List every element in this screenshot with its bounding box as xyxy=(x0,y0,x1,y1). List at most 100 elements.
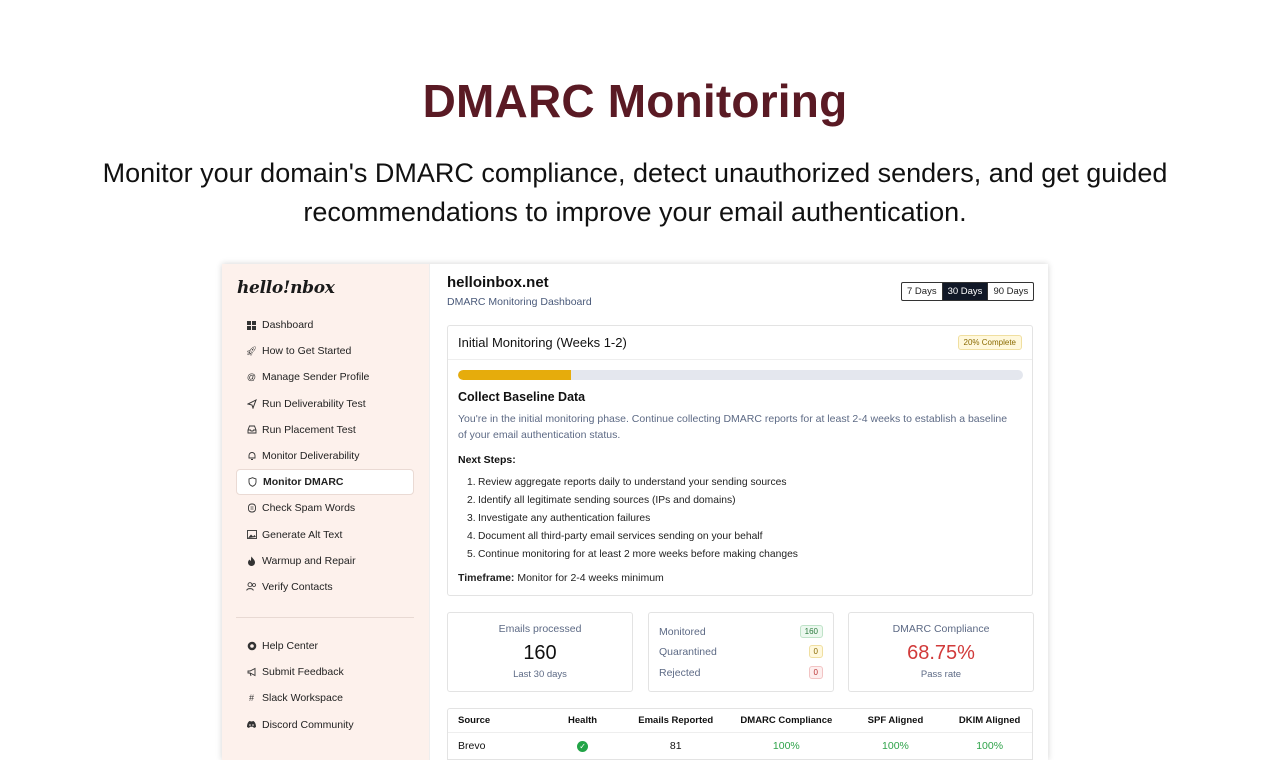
sidebar-item-slack[interactable]: # Slack Workspace xyxy=(236,685,414,711)
lifebuoy-icon xyxy=(246,641,257,652)
sidebar-item-label: Monitor Deliverability xyxy=(262,450,360,463)
grid-icon xyxy=(246,320,257,331)
sidebar-item-discord[interactable]: Discord Community xyxy=(236,712,414,738)
dashboard-subtitle: DMARC Monitoring Dashboard xyxy=(447,296,592,308)
shield-icon xyxy=(247,477,258,488)
sidebar-item-submit-feedback[interactable]: Submit Feedback xyxy=(236,659,414,685)
main-content: helloinbox.net DMARC Monitoring Dashboar… xyxy=(430,264,1048,760)
list-item: 3. Investigate any authentication failure… xyxy=(467,512,651,524)
column-header[interactable]: Source xyxy=(448,715,543,726)
sidebar-item-warmup[interactable]: Warmup and Repair xyxy=(236,548,414,574)
range-90-days[interactable]: 90 Days xyxy=(988,283,1033,300)
sidebar-item-alt-text[interactable]: Generate Alt Text xyxy=(236,522,414,548)
column-header[interactable]: SPF Aligned xyxy=(844,715,948,726)
range-7-days[interactable]: 7 Days xyxy=(902,283,943,300)
flame-icon xyxy=(246,555,257,566)
dmarc-compliance-card: DMARC Compliance 68.75% Pass rate xyxy=(848,612,1034,692)
page-subtitle: Monitor your domain's DMARC compliance, … xyxy=(102,158,1168,227)
list-item: 4. Document all third-party email service… xyxy=(467,531,763,543)
column-header[interactable]: DKIM Aligned xyxy=(947,715,1032,726)
stat-label: DMARC Compliance xyxy=(892,623,990,635)
disposition-card: Monitored 160 Quarantined 0 Rejected 0 xyxy=(648,612,834,692)
list-item: 2. Identify all legitimate sending source… xyxy=(467,494,736,506)
send-icon xyxy=(246,398,257,409)
sidebar-item-label: Verify Contacts xyxy=(262,580,333,593)
discord-icon xyxy=(246,719,257,730)
stat-value: 160 xyxy=(523,642,557,664)
list-item: 1. Review aggregate reports daily to unde… xyxy=(467,476,787,488)
monitoring-phase-card: Initial Monitoring (Weeks 1-2) 20% Compl… xyxy=(447,325,1033,596)
phase-header: Initial Monitoring (Weeks 1-2) 20% Compl… xyxy=(448,326,1032,360)
users-icon xyxy=(246,581,257,592)
sidebar-item-label: Monitor DMARC xyxy=(263,476,344,489)
sidebar-item-label: Run Placement Test xyxy=(262,423,356,436)
emails-processed-card: Emails processed 160 Last 30 days xyxy=(447,612,633,692)
sidebar-item-label: Generate Alt Text xyxy=(262,528,343,541)
sidebar-item-deliverability-test[interactable]: Run Deliverability Test xyxy=(236,391,414,417)
sidebar-item-dashboard[interactable]: Dashboard xyxy=(236,312,414,338)
phase-progress-bar xyxy=(458,370,1023,380)
phase-heading: Collect Baseline Data xyxy=(458,390,586,404)
sidebar-item-label: Run Deliverability Test xyxy=(262,397,366,410)
sidebar-item-label: Warmup and Repair xyxy=(262,554,356,567)
at-icon: @ xyxy=(246,372,257,383)
timeframe-label: Timeframe: xyxy=(458,572,515,584)
stat-value: 68.75% xyxy=(907,642,975,664)
sidebar-item-label: Submit Feedback xyxy=(262,666,344,679)
app-window: hello!nbox Dashboard 🚀︎ How to Get Start… xyxy=(222,264,1048,760)
sidebar-item-sender-profile[interactable]: @ Manage Sender Profile xyxy=(236,364,414,390)
sidebar-item-label: Help Center xyxy=(262,640,319,653)
phase-progress-fill xyxy=(458,370,571,380)
column-header[interactable]: Emails Reported xyxy=(622,715,729,726)
stat-note: Pass rate xyxy=(920,669,962,680)
logo[interactable]: hello!nbox xyxy=(237,278,335,298)
dkim-cell: 100% xyxy=(976,740,1004,752)
spf-cell: 100% xyxy=(882,740,909,752)
check-icon: ✓ xyxy=(577,741,589,752)
timeframe: Timeframe: Monitor for 2-4 weeks minimum xyxy=(458,572,664,584)
sidebar-item-help-center[interactable]: Help Center xyxy=(236,633,414,659)
sidebar-item-monitor-deliverability[interactable]: Monitor Deliverability xyxy=(236,443,414,469)
disposition-monitored: Monitored 160 xyxy=(659,625,823,638)
sidebar-item-label: Discord Community xyxy=(262,718,354,731)
status-badge: 0 xyxy=(808,666,823,679)
sidebar-divider xyxy=(236,617,414,618)
sidebar-item-verify-contacts[interactable]: Verify Contacts xyxy=(236,574,414,600)
phase-description: You're in the initial monitoring phase. … xyxy=(458,413,1008,441)
column-header[interactable]: DMARC Compliance xyxy=(729,715,844,726)
sidebar-item-label: How to Get Started xyxy=(262,345,352,358)
health-cell: ✓ xyxy=(543,740,623,752)
image-icon xyxy=(246,529,257,540)
timeframe-value: Monitor for 2-4 weeks minimum xyxy=(517,572,664,584)
sidebar-item-label: Dashboard xyxy=(262,319,314,332)
range-30-days[interactable]: 30 Days xyxy=(942,283,989,300)
disposition-quarantined: Quarantined 0 xyxy=(659,645,823,658)
sidebar-item-placement-test[interactable]: Run Placement Test xyxy=(236,417,414,443)
dmarc-cell: 100% xyxy=(772,740,800,752)
column-header[interactable]: Health xyxy=(543,715,623,726)
next-steps-list: 1. Review aggregate reports daily to unde… xyxy=(458,473,1018,564)
sources-table: Source Health Emails Reported DMARC Comp… xyxy=(447,708,1033,760)
spam-icon xyxy=(246,503,257,514)
sidebar-item-monitor-dmarc[interactable]: Monitor DMARC xyxy=(236,469,414,496)
status-badge: 160 xyxy=(799,625,823,638)
table-row[interactable]: Brevo ✓ 81 100% 100% 100% xyxy=(448,733,1032,759)
disposition-rejected: Rejected 0 xyxy=(659,666,823,679)
sidebar-item-get-started[interactable]: 🚀︎ How to Get Started xyxy=(236,338,414,364)
list-item: 5. Continue monitoring for at least 2 mor… xyxy=(467,549,798,561)
domain-name: helloinbox.net xyxy=(447,274,549,291)
sidebar-item-label: Check Spam Words xyxy=(262,502,356,515)
sidebar-nav: Dashboard 🚀︎ How to Get Started @ Manage… xyxy=(236,312,414,600)
status-badge: 0 xyxy=(808,645,823,658)
bell-icon xyxy=(246,451,257,462)
page-title: DMARC Monitoring xyxy=(422,75,848,127)
megaphone-icon xyxy=(246,667,257,678)
rocket-icon: 🚀︎ xyxy=(245,345,258,356)
phase-title: Initial Monitoring (Weeks 1-2) xyxy=(458,335,627,350)
sidebar-footer-nav: Help Center Submit Feedback # Slack Work… xyxy=(236,633,414,738)
stat-note: Last 30 days xyxy=(513,669,567,680)
stat-label: Emails processed xyxy=(498,623,582,635)
sidebar-item-spam-words[interactable]: Check Spam Words xyxy=(236,495,414,521)
completion-badge: 20% Complete xyxy=(957,335,1022,350)
next-steps-title: Next Steps: xyxy=(458,454,516,466)
